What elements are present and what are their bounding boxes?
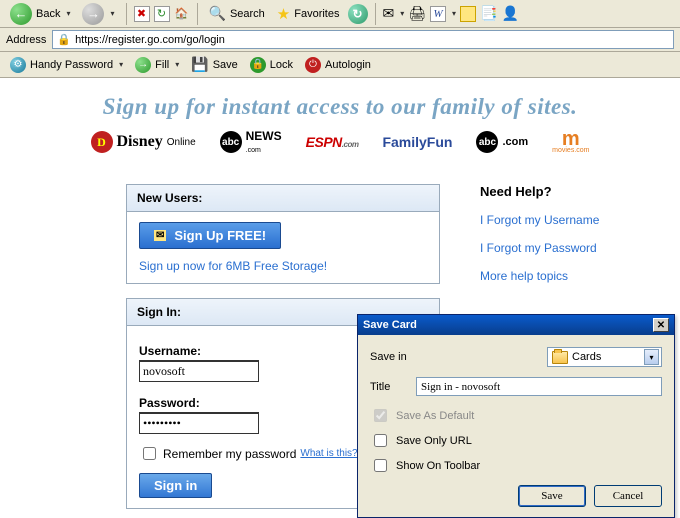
show-toolbar-label: Show On Toolbar [396, 460, 480, 472]
hp-save-label: Save [213, 59, 238, 71]
discuss-icon[interactable]: 📑 [480, 5, 497, 22]
show-toolbar-checkbox[interactable] [374, 459, 387, 472]
hp-save-button[interactable]: 💾 Save [187, 54, 242, 75]
save-url-only-row: Save Only URL [370, 431, 662, 450]
password-input[interactable] [139, 412, 259, 434]
dialog-cancel-button[interactable]: Cancel [594, 485, 662, 507]
logo-abccom[interactable]: abc .com [476, 131, 528, 153]
back-arrow-icon: ← [10, 3, 32, 25]
chevron-down-icon[interactable]: ▾ [66, 9, 70, 18]
new-users-heading: New Users: [127, 185, 439, 212]
hp-lock-button[interactable]: 🔒 Lock [246, 55, 297, 75]
hp-autologin-button[interactable]: ⏻ Autologin [301, 55, 375, 75]
hp-logo-icon: ⚙ [10, 57, 26, 73]
separator [375, 3, 376, 25]
logo-abcnews[interactable]: abc NEWS.com [220, 130, 282, 154]
floppy-icon: 💾 [191, 56, 208, 73]
address-label: Address [6, 34, 46, 46]
remember-label: Remember my password [163, 447, 296, 461]
hp-lock-label: Lock [270, 59, 293, 71]
separator [126, 3, 127, 25]
fill-arrow-icon: → [135, 57, 151, 73]
savein-label: Save in [370, 351, 418, 363]
mail-icon[interactable]: ✉ [383, 5, 395, 22]
dialog-titlebar[interactable]: Save Card ✕ [358, 315, 674, 335]
save-default-row: Save As Default [370, 406, 662, 425]
what-is-this-link[interactable]: What is this? [300, 448, 357, 459]
username-input[interactable] [139, 360, 259, 382]
chevron-down-icon[interactable]: ▾ [644, 349, 659, 365]
savein-value: Cards [572, 351, 601, 363]
stop-icon[interactable]: ✖ [134, 6, 150, 22]
back-button[interactable]: ← Back ▾ [6, 1, 74, 27]
chevron-down-icon[interactable]: ▾ [110, 9, 114, 18]
envelope-icon: ✉ [154, 230, 166, 241]
logo-disney[interactable]: D Disney Online [91, 131, 196, 153]
refresh-icon[interactable]: ↻ [154, 6, 170, 22]
savein-combo[interactable]: Cards ▾ [547, 347, 662, 367]
logo-espn[interactable]: ESPN.com [306, 134, 359, 150]
show-toolbar-row: Show On Toolbar [370, 456, 662, 475]
free-storage-link[interactable]: Sign up now for 6MB Free Storage! [139, 259, 327, 273]
history-icon[interactable]: ↻ [348, 4, 368, 24]
chevron-down-icon[interactable]: ▾ [452, 9, 456, 18]
edit-icon[interactable]: W [430, 6, 446, 22]
signup-free-button[interactable]: ✉ Sign Up FREE! [139, 222, 281, 249]
page-lock-icon: 🔒 [57, 33, 71, 46]
chevron-down-icon[interactable]: ▾ [119, 60, 123, 69]
partner-logos: D Disney Online abc NEWS.com ESPN.com Fa… [0, 130, 680, 154]
chevron-down-icon[interactable]: ▾ [400, 9, 404, 18]
address-bar: Address 🔒 https://register.go.com/go/log… [0, 28, 680, 52]
lock-icon: 🔒 [250, 57, 266, 73]
search-label: Search [230, 8, 265, 20]
save-default-label: Save As Default [396, 410, 474, 422]
search-button[interactable]: 🔍 Search [205, 3, 269, 24]
dialog-title-text: Save Card [363, 319, 417, 331]
address-input[interactable]: 🔒 https://register.go.com/go/login [52, 30, 674, 49]
chevron-down-icon[interactable]: ▾ [175, 60, 179, 69]
signin-button[interactable]: Sign in [139, 473, 212, 498]
hp-fill-button[interactable]: → Fill ▾ [131, 55, 183, 75]
hp-fill-label: Fill [155, 59, 169, 71]
separator [197, 3, 198, 25]
signup-btn-label: Sign Up FREE! [174, 228, 266, 243]
help-column: Need Help? I Forgot my Username I Forgot… [480, 184, 599, 297]
hp-brand-label: Handy Password [30, 59, 113, 71]
help-heading: Need Help? [480, 184, 599, 199]
remember-checkbox[interactable] [143, 447, 156, 460]
more-help-link[interactable]: More help topics [480, 269, 599, 283]
print-icon[interactable]: 🖨 [408, 5, 426, 22]
title-input[interactable] [416, 377, 662, 396]
ie-main-toolbar: ← Back ▾ → ▾ ✖ ↻ 🏠 🔍 Search ★ Favorites … [0, 0, 680, 28]
star-icon: ★ [277, 5, 290, 23]
favorites-label: Favorites [294, 8, 339, 20]
hp-autologin-label: Autologin [325, 59, 371, 71]
save-url-only-label: Save Only URL [396, 435, 472, 447]
handy-password-toolbar: ⚙ Handy Password ▾ → Fill ▾ 💾 Save 🔒 Loc… [0, 52, 680, 78]
forgot-password-link[interactable]: I Forgot my Password [480, 241, 599, 255]
back-label: Back [36, 8, 60, 20]
dialog-close-button[interactable]: ✕ [653, 318, 669, 332]
title-label: Title [370, 381, 410, 393]
new-users-panel: New Users: ✉ Sign Up FREE! Sign up now f… [126, 184, 440, 284]
home-icon[interactable]: 🏠 [174, 6, 190, 22]
logo-movies[interactable]: m movies.com [552, 131, 589, 154]
save-default-checkbox [374, 409, 387, 422]
forward-arrow-icon: → [82, 3, 104, 25]
autologin-icon: ⏻ [305, 57, 321, 73]
search-icon: 🔍 [209, 5, 226, 22]
url-text: https://register.go.com/go/login [75, 34, 225, 46]
forgot-username-link[interactable]: I Forgot my Username [480, 213, 599, 227]
messenger-icon[interactable]: 👤 [501, 5, 518, 22]
note-icon[interactable] [460, 6, 476, 22]
save-url-only-checkbox[interactable] [374, 434, 387, 447]
dialog-save-button[interactable]: Save [518, 485, 586, 507]
save-card-dialog: Save Card ✕ Save in Cards ▾ Title Save A… [357, 314, 675, 518]
logo-familyfun[interactable]: FamilyFun [382, 134, 452, 150]
banner-heading: Sign up for instant access to our family… [0, 94, 680, 120]
hp-brand-button[interactable]: ⚙ Handy Password ▾ [6, 55, 127, 75]
folder-icon [552, 351, 568, 364]
favorites-button[interactable]: ★ Favorites [273, 3, 344, 25]
forward-button[interactable]: → ▾ [78, 1, 118, 27]
